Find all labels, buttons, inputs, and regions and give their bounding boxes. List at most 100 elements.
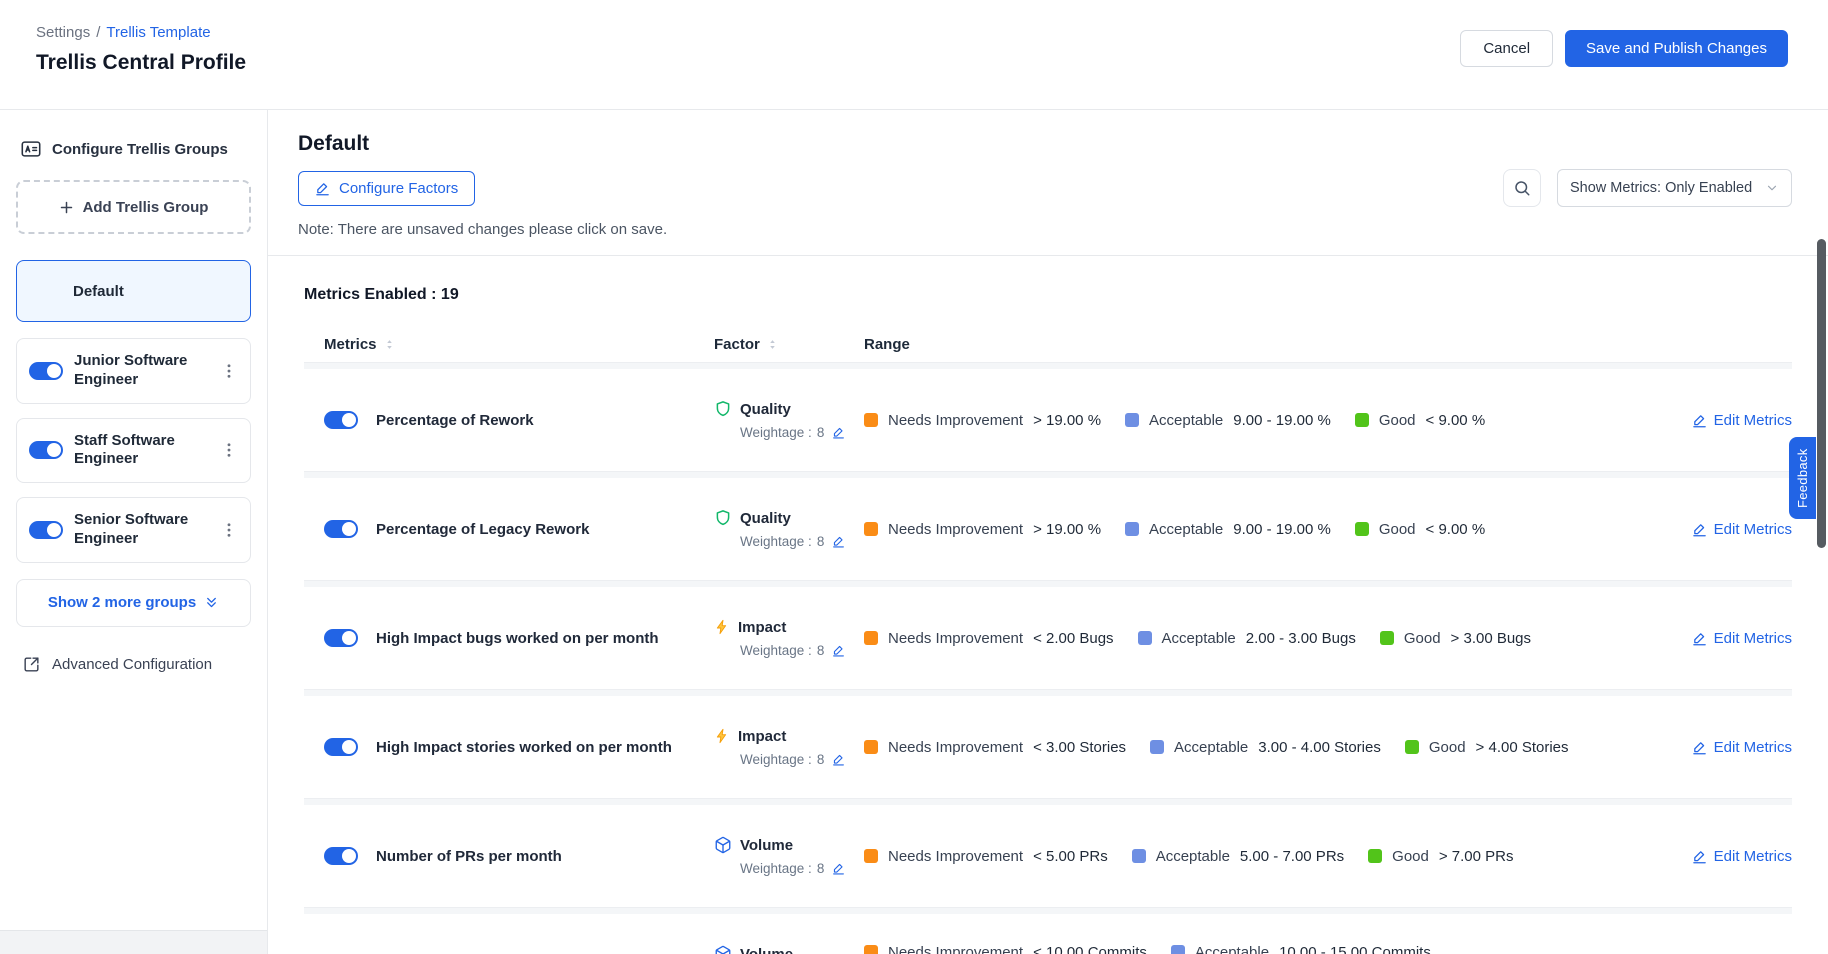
weightage-label: Weightage : [740,425,812,440]
col-header-metrics[interactable]: Metrics [324,336,396,353]
row-separator [304,798,1792,805]
show-more-label: Show 2 more groups [48,594,196,611]
range-color-square [1368,849,1382,863]
range-value: 9.00 - 19.00 % [1233,412,1331,429]
range-level: Acceptable [1162,630,1236,647]
quality-shield-icon [714,400,732,418]
range-level: Acceptable [1149,521,1223,538]
factor-name: Quality [740,510,791,527]
metric-row: Percentage of Rework Quality Weightage :… [304,369,1792,471]
weightage-label: Weightage : [740,752,812,767]
edit-metrics-link[interactable]: Edit Metrics [1692,848,1792,865]
range-level: Needs Improvement [888,630,1023,647]
cancel-button[interactable]: Cancel [1460,30,1553,67]
volume-cube-icon [714,836,732,854]
metrics-table-section: Metrics Enabled : 19 Metrics Factor [268,256,1828,954]
show-more-groups-button[interactable]: Show 2 more groups [16,579,251,627]
range-level: Good [1392,848,1429,865]
breadcrumb-trellis-template[interactable]: Trellis Template [106,24,210,41]
page-title: Trellis Central Profile [36,51,246,75]
range-color-square [1138,631,1152,645]
range-color-square [864,849,878,863]
group-card[interactable]: Staff Software Engineer [16,418,251,484]
range-value: 9.00 - 19.00 % [1233,521,1331,538]
edit-metrics-link[interactable]: Edit Metrics [1692,412,1792,429]
show-metrics-dropdown[interactable]: Show Metrics: Only Enabled [1557,169,1792,207]
col-header-factor[interactable]: Factor [714,336,779,353]
range-item: Acceptable 2.00 - 3.00 Bugs [1138,630,1356,647]
group-list: Junior Software Engineer Staff Software … [16,338,251,563]
metric-enable-toggle[interactable] [324,411,358,429]
group-card-default[interactable]: Default [16,260,251,322]
controls-row: Configure Factors Show [298,169,1792,207]
kebab-menu-icon[interactable] [220,441,238,459]
range-item: Acceptable 9.00 - 19.00 % [1125,412,1331,429]
weightage: Weightage : 8 [714,534,864,549]
group-card[interactable]: Senior Software Engineer [16,497,251,563]
range-level: Acceptable [1149,412,1223,429]
range-value: > 3.00 Bugs [1451,630,1531,647]
metric-row: High Impact stories worked on per month … [304,696,1792,798]
kebab-menu-icon[interactable] [220,362,238,380]
edit-weightage-icon[interactable] [832,644,845,657]
edit-weightage-icon[interactable] [832,862,845,875]
metric-row: High Impact bugs worked on per month Imp… [304,587,1792,689]
group-enable-toggle[interactable] [29,362,63,380]
range-color-square [1380,631,1394,645]
edit-metrics-label: Edit Metrics [1714,521,1792,538]
topbar-actions: Cancel Save and Publish Changes [1460,30,1788,67]
breadcrumb-settings[interactable]: Settings [36,24,90,41]
group-label: Junior Software Engineer [74,352,209,390]
group-enable-toggle[interactable] [29,441,63,459]
range-value: < 9.00 % [1426,521,1486,538]
metric-name: High Impact stories worked on per month [376,739,672,756]
edit-metrics-label: Edit Metrics [1714,412,1792,429]
metric-name: High Impact bugs worked on per month [376,630,659,647]
metric-row: Number of PRs per month Volume Weightage… [304,805,1792,907]
search-button[interactable] [1503,169,1541,207]
edit-weightage-icon[interactable] [832,753,845,766]
range-value: < 10.00 Commits [1033,944,1147,954]
edit-metrics-link[interactable]: Edit Metrics [1692,739,1792,756]
add-trellis-group-button[interactable]: Add Trellis Group [16,180,251,234]
main-top-section: Default Configure Factors [268,110,1828,256]
main-content: Default Configure Factors [268,110,1828,954]
advanced-configuration-icon [22,655,41,674]
breadcrumb-separator: / [96,24,100,41]
scrollbar-thumb[interactable] [1817,239,1826,548]
controls-right: Show Metrics: Only Enabled [1503,169,1792,207]
feedback-tab[interactable]: Feedback [1789,437,1816,519]
edit-weightage-icon[interactable] [832,426,845,439]
edit-metrics-link[interactable]: Edit Metrics [1692,630,1792,647]
metric-name: Number of PRs per month [376,848,562,865]
save-publish-button[interactable]: Save and Publish Changes [1565,30,1788,67]
range-value: < 2.00 Bugs [1033,630,1113,647]
range-item: Acceptable 5.00 - 7.00 PRs [1132,848,1344,865]
metric-enable-toggle[interactable] [324,520,358,538]
edit-pencil-icon [1692,740,1707,755]
row-separator [304,689,1792,696]
group-title: Default [298,132,1792,156]
metric-name: Percentage of Legacy Rework [376,521,589,538]
search-icon [1513,179,1531,197]
factor-name: Impact [738,619,786,636]
metric-enable-toggle[interactable] [324,629,358,647]
edit-pencil-icon [1692,849,1707,864]
metric-enable-toggle[interactable] [324,738,358,756]
range-value: > 7.00 PRs [1439,848,1514,865]
metric-enable-toggle[interactable] [324,847,358,865]
edit-weightage-icon[interactable] [832,535,845,548]
group-enable-toggle[interactable] [29,521,63,539]
edit-pencil-icon [1692,522,1707,537]
range-color-square [1355,522,1369,536]
metric-row: Number of Commits per month Volume Weigh… [304,914,1792,954]
group-card[interactable]: Junior Software Engineer [16,338,251,404]
range-level: Needs Improvement [888,412,1023,429]
configure-factors-button[interactable]: Configure Factors [298,171,475,206]
advanced-configuration[interactable]: Advanced Configuration [16,655,251,674]
kebab-menu-icon[interactable] [220,521,238,539]
row-separator [304,580,1792,587]
range-cell: Needs Improvement < 5.00 PRs Acceptable … [864,848,1652,865]
double-chevron-down-icon [204,595,219,610]
edit-metrics-link[interactable]: Edit Metrics [1692,521,1792,538]
